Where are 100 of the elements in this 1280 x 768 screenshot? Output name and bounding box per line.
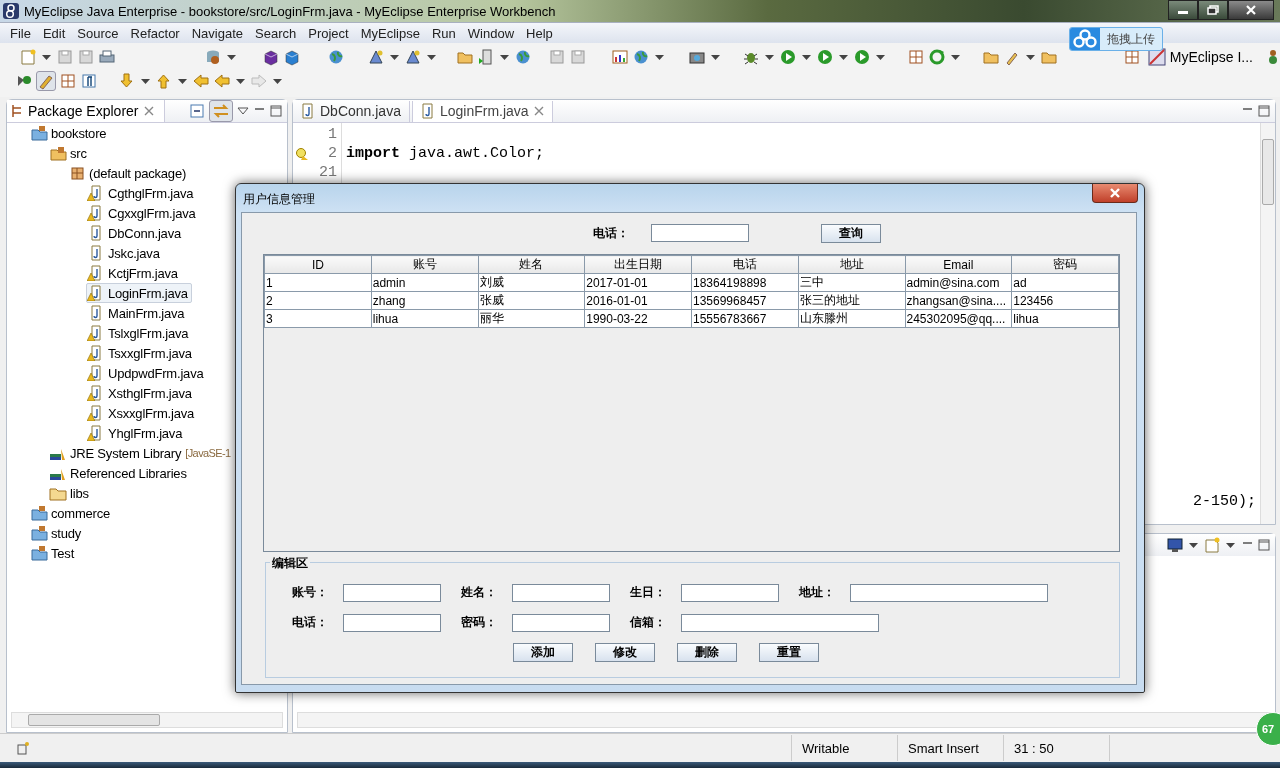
dropdown-arrow-icon[interactable] — [500, 54, 509, 60]
view-tab[interactable]: Package Explorer — [7, 100, 165, 122]
run-icon[interactable] — [816, 48, 834, 66]
search-button[interactable]: 查询 — [821, 223, 881, 243]
action-button[interactable]: 修改 — [595, 643, 655, 662]
upload-badge[interactable]: 拖拽上传 — [1069, 27, 1163, 51]
tree-item[interactable]: TslxglFrm.java — [86, 323, 193, 343]
dropdown-arrow-icon[interactable] — [273, 78, 282, 84]
menu-item[interactable]: MyEclipse — [354, 25, 426, 41]
column-header[interactable]: 姓名 — [478, 255, 585, 274]
menu-item[interactable]: Edit — [36, 25, 72, 41]
tree-item[interactable]: bookstore — [29, 123, 111, 143]
close-button[interactable] — [1092, 184, 1138, 203]
close-button[interactable] — [1228, 0, 1274, 20]
tree-item[interactable]: XsxxglFrm.java — [86, 403, 199, 423]
column-header[interactable]: 账号 — [371, 255, 478, 274]
dropdown-arrow-icon[interactable] — [1026, 54, 1035, 60]
tree-item[interactable]: src — [48, 143, 91, 163]
tree-item[interactable]: CgthglFrm.java — [86, 183, 198, 203]
tree-item[interactable]: JRE System Library — [48, 443, 186, 463]
globe-icon[interactable] — [514, 48, 532, 66]
close-icon[interactable] — [143, 106, 154, 116]
tree-item[interactable]: UpdpwdFrm.java — [86, 363, 208, 383]
close-icon[interactable] — [533, 106, 544, 116]
pen-icon[interactable] — [36, 71, 56, 91]
minimize-button[interactable] — [1168, 0, 1198, 20]
editor-tab[interactable]: DbConn.java — [293, 100, 410, 122]
collapse-all-icon[interactable] — [189, 103, 205, 119]
editor-tab[interactable]: LoginFrm.java — [411, 100, 553, 122]
dropdown-arrow-icon[interactable] — [951, 54, 960, 60]
menu-item[interactable]: Help — [520, 25, 559, 41]
dropdown-arrow-icon[interactable] — [227, 54, 236, 60]
menu-item[interactable]: Navigate — [185, 25, 249, 41]
column-header[interactable]: 出生日期 — [584, 255, 692, 274]
input-field[interactable] — [850, 583, 1048, 602]
grid-icon[interactable] — [59, 72, 77, 90]
monitor-icon[interactable] — [1167, 537, 1183, 553]
restore-button[interactable] — [1198, 0, 1228, 20]
dropdown-arrow-icon[interactable] — [839, 54, 848, 60]
globe-icon[interactable] — [327, 48, 345, 66]
column-header[interactable]: 密码 — [1011, 255, 1119, 274]
horizontal-scrollbar[interactable] — [11, 712, 283, 728]
cube-icon[interactable] — [283, 48, 301, 66]
server-icon[interactable] — [477, 48, 495, 66]
dropdown-arrow-icon[interactable] — [42, 54, 51, 60]
minimize-maximize-icon[interactable] — [253, 105, 283, 117]
input-field[interactable] — [681, 613, 879, 632]
tree-item[interactable]: (default package) — [67, 163, 191, 183]
dropdown-arrow-icon[interactable] — [178, 78, 187, 84]
grid-icon[interactable] — [907, 48, 925, 66]
tree-item[interactable]: KctjFrm.java — [86, 263, 182, 283]
input-field[interactable] — [343, 583, 441, 602]
minimize-maximize-icon[interactable] — [1241, 539, 1271, 551]
menu-item[interactable]: Source — [71, 25, 125, 41]
printer-icon[interactable] — [98, 48, 116, 66]
column-header[interactable]: ID — [264, 255, 372, 274]
menu-item[interactable]: Run — [425, 25, 462, 41]
disks-icon[interactable] — [77, 48, 95, 66]
new-file-icon[interactable] — [19, 48, 37, 66]
action-button[interactable]: 删除 — [677, 643, 737, 662]
column-header[interactable]: 电话 — [691, 255, 799, 274]
tree-item[interactable]: study — [29, 523, 86, 543]
input-field[interactable] — [681, 583, 779, 602]
tree-item[interactable]: libs — [48, 483, 93, 503]
fast-view-icon[interactable] — [16, 741, 30, 755]
tree-item[interactable]: commerce — [29, 503, 115, 523]
menu-item[interactable]: Window — [461, 25, 521, 41]
tree-item[interactable]: YhglFrm.java — [86, 423, 187, 443]
run-icon[interactable] — [853, 48, 871, 66]
dropdown-arrow-icon[interactable] — [390, 54, 399, 60]
dropdown-arrow-icon[interactable] — [427, 54, 436, 60]
input-field[interactable] — [512, 583, 610, 602]
tree-item[interactable]: DbConn.java — [86, 223, 185, 243]
minimize-maximize-icon[interactable] — [1241, 105, 1271, 117]
menu-item[interactable]: Project — [302, 25, 355, 41]
chart-icon[interactable] — [611, 48, 629, 66]
dropdown-arrow-icon[interactable] — [876, 54, 885, 60]
phone-search-field[interactable] — [651, 224, 749, 242]
grid-icon[interactable] — [1122, 48, 1141, 66]
pilcrow-icon[interactable] — [80, 72, 98, 90]
tree-item[interactable]: MainFrm.java — [86, 303, 189, 323]
menu-item[interactable]: Search — [249, 25, 303, 41]
input-field[interactable] — [512, 613, 610, 632]
database-icon[interactable] — [204, 48, 222, 66]
arrow-up-icon[interactable] — [155, 72, 173, 90]
tree-item[interactable]: CgxxglFrm.java — [86, 203, 200, 223]
dropdown-arrow-icon[interactable] — [802, 54, 811, 60]
new-file-icon[interactable] — [1204, 537, 1220, 553]
tree-item[interactable]: TsxxglFrm.java — [86, 343, 196, 363]
dropdown-arrow-icon[interactable] — [655, 54, 664, 60]
vertical-scrollbar[interactable] — [1260, 123, 1275, 524]
dropdown-arrow-icon[interactable] — [1226, 542, 1235, 548]
column-header[interactable]: Email — [905, 255, 1012, 274]
tree-item[interactable]: Referenced Libraries — [48, 463, 191, 483]
tree-item[interactable]: Test — [29, 543, 79, 563]
view-menu-icon[interactable] — [237, 107, 249, 115]
run-icon[interactable] — [779, 48, 797, 66]
dropdown-arrow-icon[interactable] — [765, 54, 774, 60]
tree-item[interactable]: XsthglFrm.java — [86, 383, 196, 403]
arrow-down-icon[interactable] — [118, 72, 136, 90]
